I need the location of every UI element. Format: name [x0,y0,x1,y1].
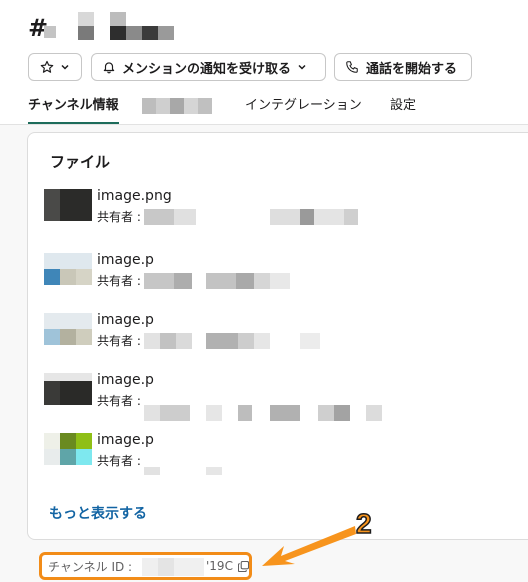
file-name[interactable]: image.p [97,252,154,268]
file-owner-label: 共有者 : [97,274,141,288]
file-thumbnail [44,189,92,221]
copy-icon[interactable] [237,560,250,575]
file-item[interactable]: image.png 共有者 : [44,188,524,237]
mention-button-label: メンションの通知を受け取る [122,61,292,77]
file-owner-redacted [144,453,394,475]
chevron-down-icon [60,62,70,72]
file-owner-label: 共有者 : [97,334,141,348]
phone-icon [345,60,359,74]
file-owner-redacted [144,273,394,289]
annotation-number: 2 [355,507,372,540]
call-button-label: 通話を開始する [366,61,458,77]
file-thumbnail [44,313,92,345]
file-item[interactable]: image.p 共有者 : [44,372,524,421]
chevron-down-icon [297,62,307,72]
file-item[interactable]: image.p 共有者 : [44,432,524,481]
file-thumbnail [44,373,92,405]
files-card: ファイル image.png 共有者 : image.p 共有者 : image… [27,132,528,540]
file-thumbnail [44,253,92,285]
file-item[interactable]: image.p 共有者 : [44,312,524,361]
file-name[interactable]: image.p [97,372,154,388]
star-icon [40,60,54,74]
channel-id-suffix: '19C [206,559,233,573]
file-owner-redacted [144,209,394,225]
start-call-button[interactable]: 通話を開始する [334,53,472,81]
file-owner-redacted [144,333,394,349]
file-name[interactable]: image.p [97,432,154,448]
tab-redacted[interactable] [142,98,222,114]
file-owner-label: 共有者 : [97,454,141,468]
tab-channel-info[interactable]: チャンネル情報 [28,96,119,124]
channel-name-redacted [44,12,194,44]
file-name[interactable]: image.png [97,188,172,204]
tab-integrations[interactable]: インテグレーション [245,96,362,122]
channel-title: # [28,12,174,44]
file-thumbnail [44,433,92,465]
file-owner-label: 共有者 : [97,210,141,224]
show-more-link[interactable]: もっと表示する [49,503,147,523]
file-name[interactable]: image.p [97,312,154,328]
star-button[interactable] [28,53,82,81]
annotation-arrow-icon [260,516,360,576]
bell-icon [102,60,116,74]
channel-id-redacted [142,558,208,576]
tab-settings[interactable]: 設定 [390,96,416,122]
file-owner-label: 共有者 : [97,394,141,408]
file-owner-redacted [144,393,394,421]
mention-notification-button[interactable]: メンションの通知を受け取る [91,53,326,81]
channel-id-field[interactable]: チャンネル ID : '19C [39,552,252,580]
file-item[interactable]: image.p 共有者 : [44,252,524,301]
channel-id-label: チャンネル ID : [48,559,133,574]
files-card-title: ファイル [50,153,111,171]
